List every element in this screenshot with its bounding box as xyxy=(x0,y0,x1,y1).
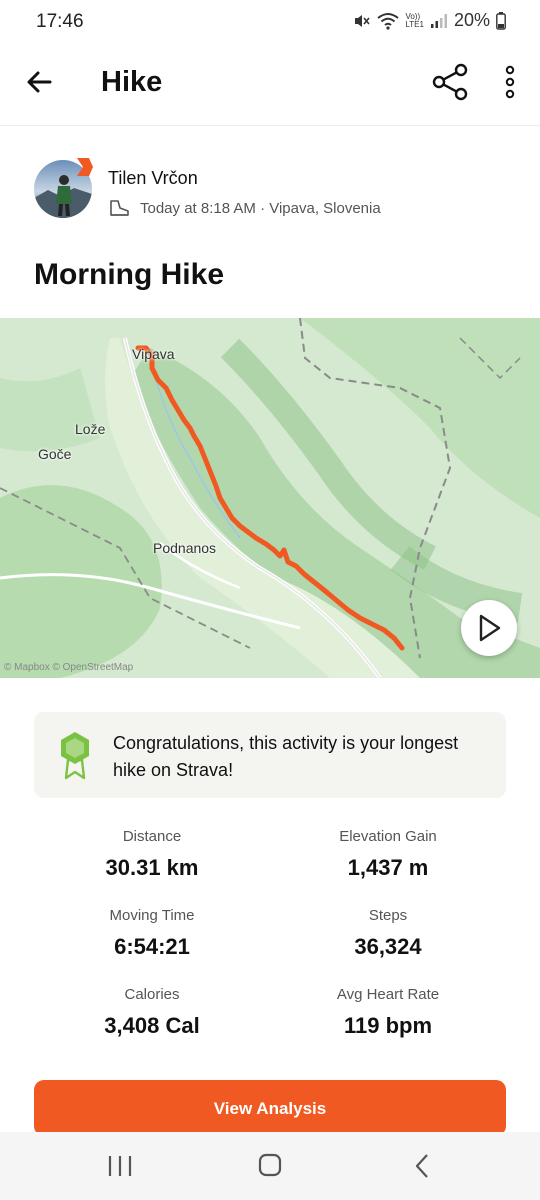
system-back-icon xyxy=(415,1154,428,1178)
achievement-banner[interactable]: Congratulations, this activity is your l… xyxy=(34,712,506,798)
share-button[interactable] xyxy=(430,62,470,102)
signal-icon xyxy=(430,13,447,28)
wifi-icon xyxy=(377,12,400,30)
strava-badge-icon xyxy=(77,158,93,176)
stat-value: 1,437 m xyxy=(347,855,429,880)
status-icons: Vo)) LTE1 20% xyxy=(353,10,506,31)
stat-label: Elevation Gain xyxy=(339,828,437,845)
home-button[interactable] xyxy=(250,1150,290,1182)
stat-elevation-gain: Elevation Gain 1,437 m xyxy=(270,828,506,881)
route-map[interactable]: Vipava Lože Goče Podnanos xyxy=(0,318,540,678)
stat-avg-heart-rate: Avg Heart Rate 119 bpm xyxy=(270,986,506,1039)
stat-label: Calories xyxy=(124,986,180,1003)
stat-value: 3,408 Cal xyxy=(104,1013,200,1038)
hiking-boot-icon xyxy=(110,200,129,216)
recent-apps-button[interactable] xyxy=(100,1150,140,1182)
athlete-row[interactable]: Tilen Vrčon Today at 8:18 AM · Vipava, S… xyxy=(34,158,514,224)
map-terrain xyxy=(0,318,540,678)
stat-label: Moving Time xyxy=(109,907,195,924)
stat-steps: Steps 36,324 xyxy=(270,907,506,960)
activity-title: Morning Hike xyxy=(34,258,225,291)
status-time: 17:46 xyxy=(36,11,84,32)
battery-percent: 20% xyxy=(453,10,490,30)
system-nav-bar xyxy=(0,1132,540,1200)
stat-label: Distance xyxy=(122,828,182,845)
activity-meta-text: Today at 8:18 AM · Vipava, Slovenia xyxy=(140,199,381,217)
map-label-goce: Goče xyxy=(38,446,72,462)
achievement-badge-icon xyxy=(61,732,89,780)
back-button[interactable] xyxy=(22,64,58,100)
stat-value: 30.31 km xyxy=(105,855,199,880)
stat-distance: Distance 30.31 km xyxy=(34,828,270,881)
athlete-name[interactable]: Tilen Vrčon xyxy=(108,168,198,189)
map-label-vipava: Vipava xyxy=(132,346,175,362)
stat-value: 6:54:21 xyxy=(114,934,190,959)
app-header: Hike xyxy=(0,46,540,126)
map-label-podnanos: Podnanos xyxy=(153,540,217,556)
stat-value: 36,324 xyxy=(354,934,422,959)
volte-indicator: Vo)) LTE1 xyxy=(405,12,424,29)
stat-label: Steps xyxy=(368,907,408,924)
mute-icon xyxy=(355,14,371,27)
lte-label: LTE1 xyxy=(405,19,424,29)
battery-icon xyxy=(496,11,506,30)
play-icon xyxy=(479,614,501,642)
back-arrow-icon xyxy=(27,71,52,93)
recent-apps-icon xyxy=(108,1156,132,1176)
stat-label: Avg Heart Rate xyxy=(336,986,440,1003)
more-vertical-icon xyxy=(505,65,515,99)
map-label-loze: Lože xyxy=(75,421,106,437)
home-icon xyxy=(258,1153,282,1177)
stat-value: 119 bpm xyxy=(343,1013,433,1038)
activity-meta: Today at 8:18 AM · Vipava, Slovenia xyxy=(108,198,381,218)
stat-calories: Calories 3,408 Cal xyxy=(34,986,270,1039)
achievement-text: Congratulations, this activity is your l… xyxy=(113,733,459,780)
stat-moving-time: Moving Time 6:54:21 xyxy=(34,907,270,960)
view-analysis-button[interactable]: View Analysis xyxy=(34,1080,506,1136)
status-bar: 17:46 Vo)) LTE1 20% xyxy=(0,0,540,46)
map-attribution[interactable]: © Mapbox © OpenStreetMap xyxy=(4,662,133,673)
play-flyby-button[interactable] xyxy=(461,600,517,656)
system-back-button[interactable] xyxy=(402,1150,442,1182)
more-options-button[interactable] xyxy=(496,62,524,102)
page-title: Hike xyxy=(101,66,163,98)
share-icon xyxy=(432,63,468,101)
